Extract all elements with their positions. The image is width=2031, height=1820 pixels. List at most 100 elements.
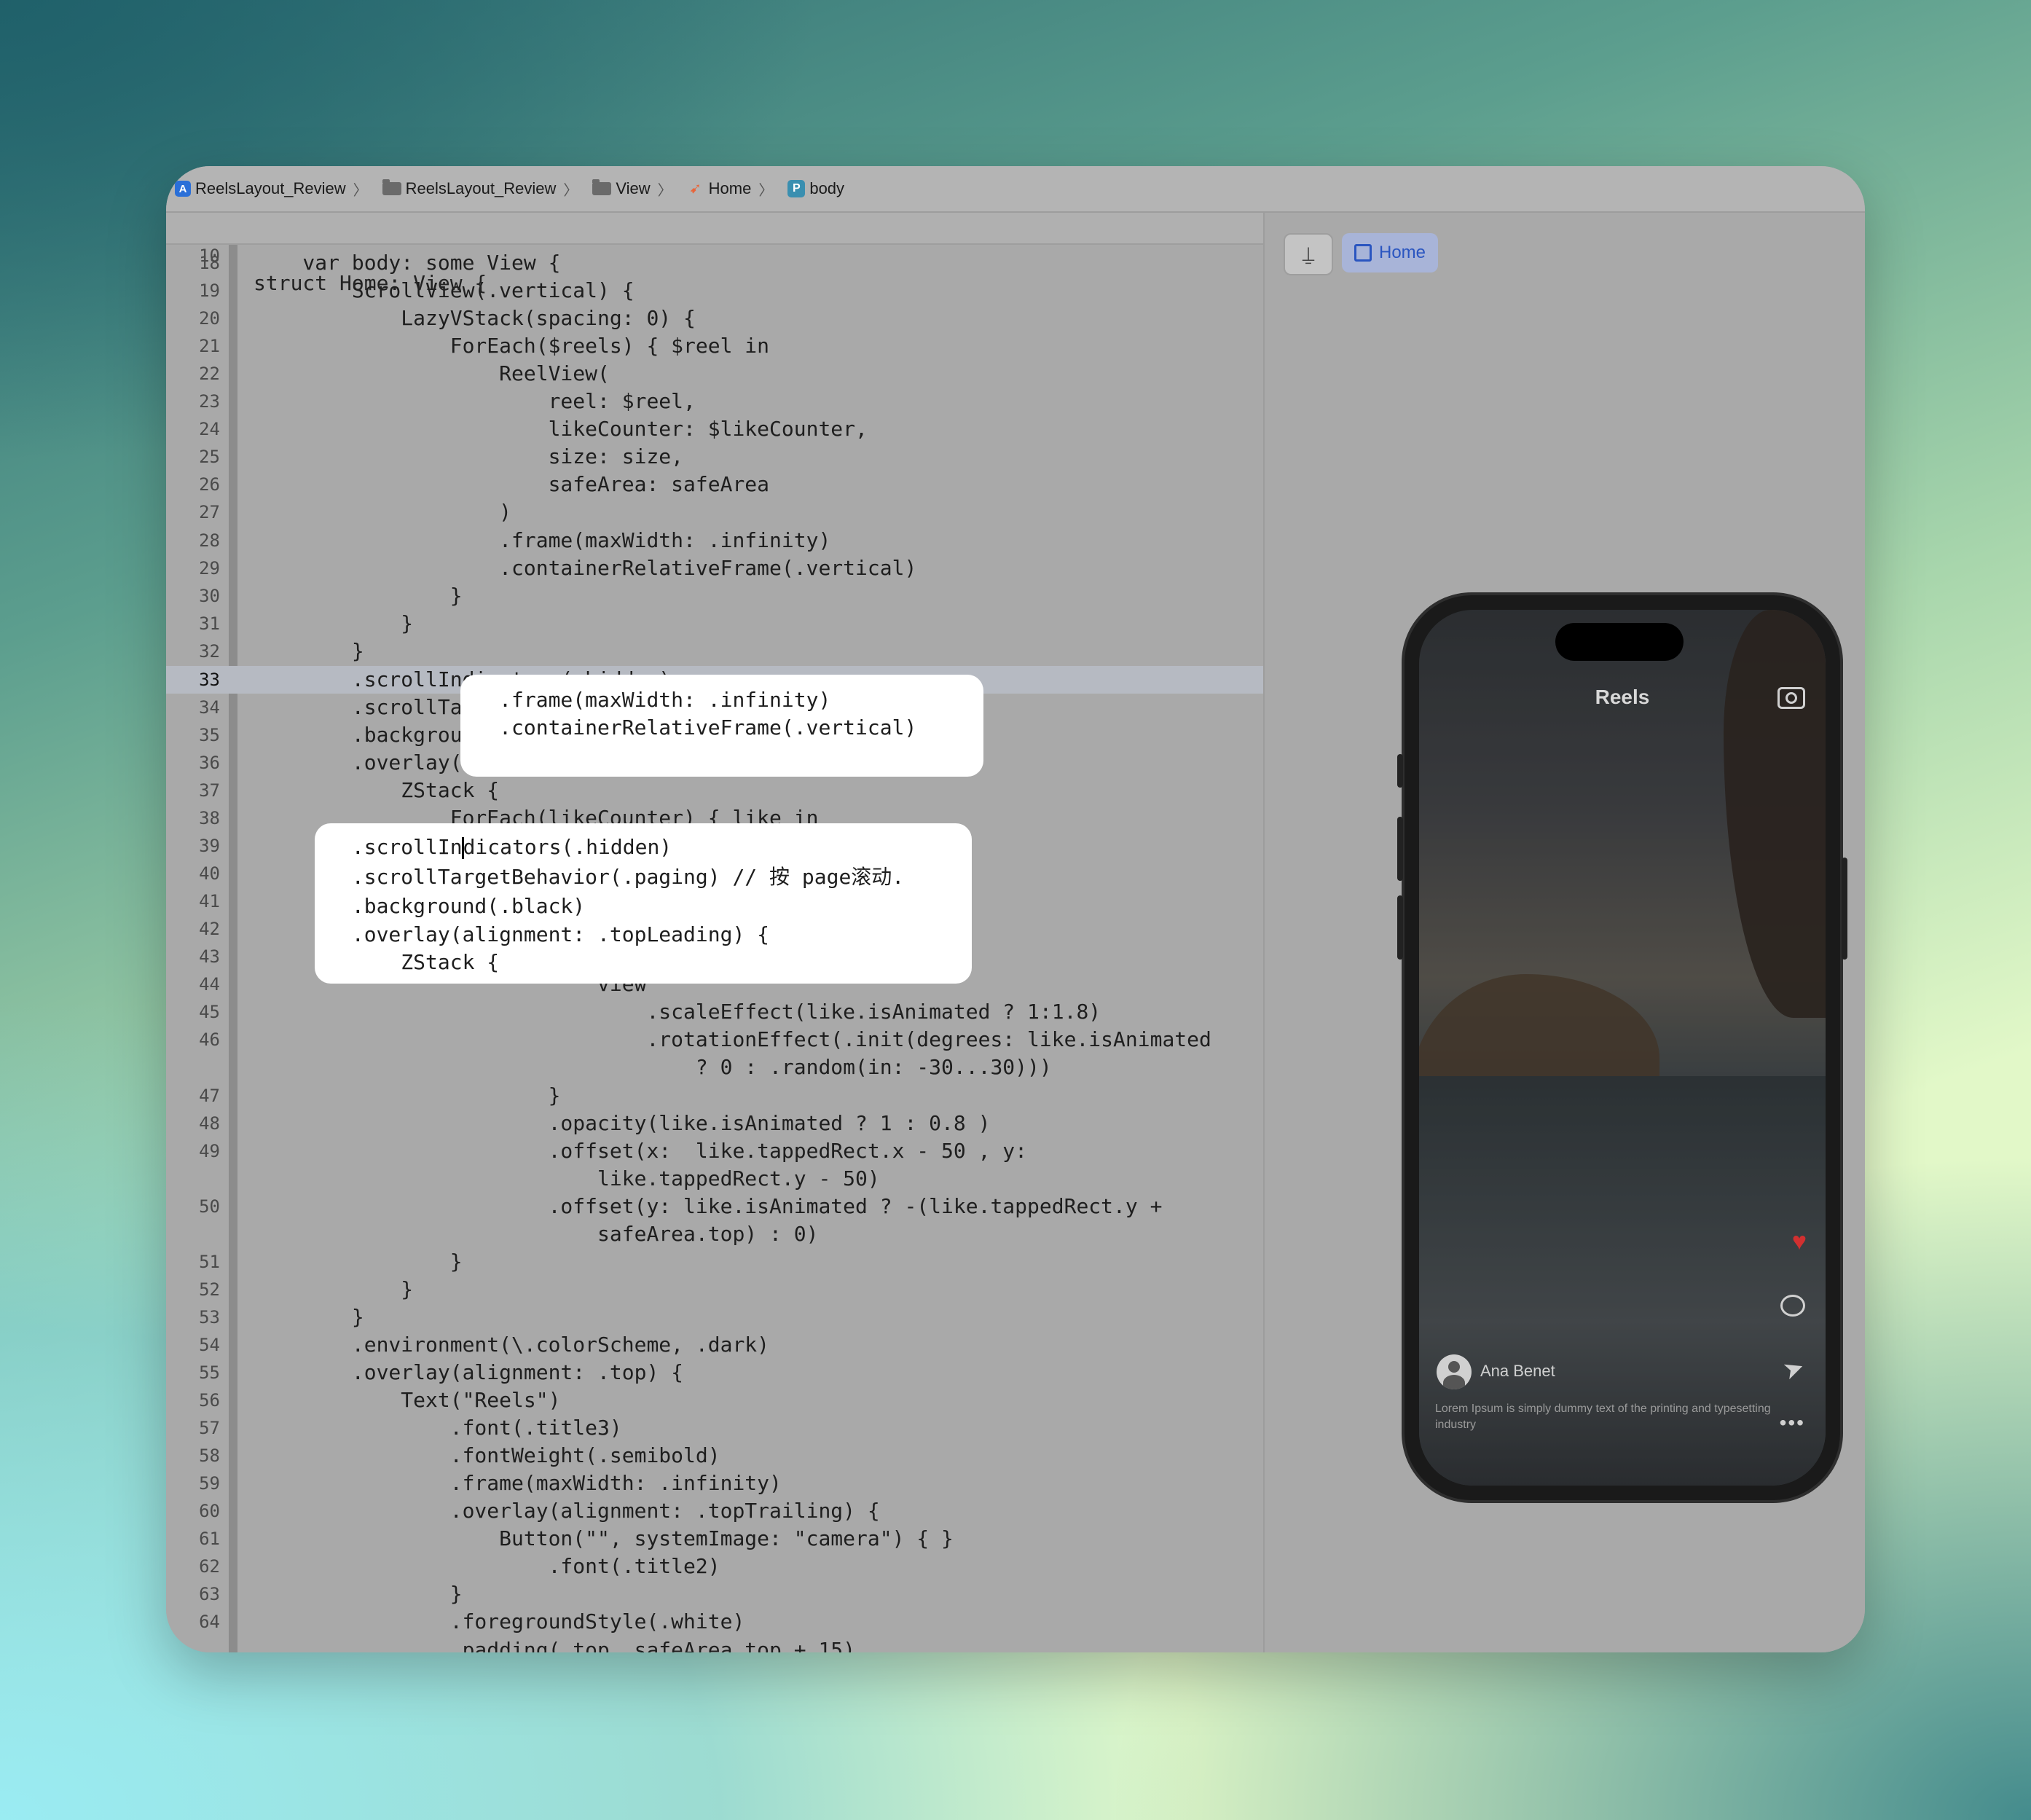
code-line[interactable]: 27 )	[166, 498, 1263, 526]
code-line[interactable]: 51 }	[166, 1248, 1263, 1276]
code-line[interactable]: 48 .opacity(like.isAnimated ? 1 : 0.8 )	[166, 1110, 1263, 1137]
code-line[interactable]: 50 .offset(y: like.isAnimated ? -(like.t…	[166, 1193, 1263, 1220]
code-line[interactable]: 57 .font(.title3)	[166, 1414, 1263, 1442]
line-number: 52	[199, 1279, 220, 1300]
code-line[interactable]: like.tappedRect.y - 50)	[166, 1165, 1263, 1193]
code-line[interactable]: ? 0 : .random(in: -30...30)))	[166, 1054, 1263, 1081]
preview-home-button[interactable]: Home	[1342, 233, 1438, 272]
code-line[interactable]: .padding(.top, safeArea.top + 15)	[166, 1636, 1263, 1653]
code-line[interactable]: 58 .fontWeight(.semibold)	[166, 1442, 1263, 1470]
code-line[interactable]: 28 .frame(maxWidth: .infinity)	[166, 527, 1263, 554]
highlight-code-line-cursor[interactable]: .scrollIndicators(.hidden)	[254, 833, 672, 861]
code-line[interactable]: 64 .foregroundStyle(.white)	[166, 1608, 1263, 1636]
code-line[interactable]: 62 .font(.title2)	[166, 1553, 1263, 1580]
code-line[interactable]: 53 }	[166, 1303, 1263, 1331]
line-number: 31	[199, 613, 220, 634]
code-editor[interactable]: 10 struct Home: View { 18 var body: some…	[166, 213, 1263, 1652]
code-line[interactable]: 22 ReelView(	[166, 360, 1263, 388]
line-number: 21	[199, 336, 220, 357]
code-line[interactable]: safeArea.top) : 0)	[166, 1220, 1263, 1248]
breadcrumb-label: ReelsLayout_Review	[195, 179, 346, 197]
code-line[interactable]: 25 size: size,	[166, 443, 1263, 471]
code-line[interactable]: 46 .rotationEffect(.init(degrees: like.i…	[166, 1026, 1263, 1054]
heart-icon[interactable]: ♥	[1792, 1228, 1807, 1256]
line-number: 28	[199, 530, 220, 551]
line-number: 46	[199, 1029, 220, 1051]
code-text: }	[254, 611, 414, 635]
pin-button[interactable]: ⍊	[1284, 233, 1333, 275]
breadcrumb-folder-view[interactable]: View	[592, 179, 651, 198]
highlight-code-line: .frame(maxWidth: .infinity)	[254, 688, 831, 712]
code-line[interactable]: 23 reel: $reel,	[166, 388, 1263, 415]
phone-volume-down	[1397, 895, 1403, 960]
code-line[interactable]: 59 .frame(maxWidth: .infinity)	[166, 1470, 1263, 1497]
line-number: 38	[199, 808, 220, 828]
line-number: 57	[199, 1418, 220, 1439]
code-text: }	[254, 1276, 414, 1301]
code-line[interactable]: 55 .overlay(alignment: .top) {	[166, 1359, 1263, 1386]
line-number: 35	[199, 724, 220, 745]
line-number: 58	[199, 1446, 220, 1467]
breadcrumb-file-home[interactable]: ➹ Home	[687, 179, 751, 198]
code-text: .environment(\.colorScheme, .dark)	[254, 1332, 770, 1357]
breadcrumb-group[interactable]: ReelsLayout_Review	[382, 179, 557, 198]
user-name[interactable]: Ana Benet	[1480, 1362, 1555, 1381]
line-number: 54	[199, 1334, 220, 1355]
code-text: reel: $reel,	[254, 389, 696, 414]
line-number: 51	[199, 1251, 220, 1272]
code-line[interactable]: 49 .offset(x: like.tappedRect.x - 50 , y…	[166, 1137, 1263, 1165]
breadcrumb-project[interactable]: A ReelsLayout_Review	[175, 179, 346, 198]
preview-home-label: Home	[1378, 243, 1426, 262]
phone-screen[interactable]: Reels ♥ ➤ Ana Benet Lorem Ipsum is simpl…	[1419, 610, 1826, 1486]
code-line[interactable]: 26 safeArea: safeArea	[166, 471, 1263, 498]
code-line[interactable]: 32 }	[166, 638, 1263, 665]
comment-icon[interactable]	[1780, 1295, 1805, 1317]
line-number: 56	[199, 1390, 220, 1411]
highlight-code-line: .background(.black)	[254, 894, 586, 918]
code-fragment: dicators(.hidden)	[463, 835, 672, 859]
code-text: ForEach($reels) { $reel in	[254, 334, 770, 358]
line-number: 27	[199, 502, 220, 523]
code-line[interactable]: 45 .scaleEffect(like.isAnimated ? 1:1.8)	[166, 998, 1263, 1026]
code-line[interactable]: 37 ZStack {	[166, 777, 1263, 804]
code-line[interactable]: 56 Text("Reels")	[166, 1386, 1263, 1414]
code-line[interactable]: 63 }	[166, 1580, 1263, 1608]
code-line[interactable]: 31 }	[166, 610, 1263, 638]
breadcrumb-symbol-body[interactable]: P body	[787, 179, 844, 198]
highlight-code-line: ZStack {	[254, 950, 500, 974]
sticky-header-line: 10 struct Home: View {	[166, 213, 1263, 295]
code-text: .foregroundStyle(.white)	[254, 1609, 745, 1634]
code-line[interactable]: 54 .environment(\.colorScheme, .dark)	[166, 1331, 1263, 1359]
code-line[interactable]: 20 LazyVStack(spacing: 0) {	[166, 305, 1263, 332]
line-number: 44	[199, 974, 220, 995]
line-number: 42	[199, 919, 220, 940]
code-line[interactable]: 47 }	[166, 1082, 1263, 1110]
code-line[interactable]: 61 Button("", systemImage: "camera") { }	[166, 1525, 1263, 1553]
line-number: 29	[199, 557, 220, 578]
preview-dim-overlay	[1419, 610, 1826, 1486]
code-text: .scaleEffect(like.isAnimated ? 1:1.8)	[254, 1000, 1101, 1024]
avatar[interactable]	[1437, 1354, 1472, 1389]
breadcrumb-label: ReelsLayout_Review	[405, 179, 557, 197]
code-line[interactable]: 24 likeCounter: $likeCounter,	[166, 415, 1263, 443]
code-line[interactable]: 21 ForEach($reels) { $reel in	[166, 332, 1263, 360]
line-number: 25	[199, 447, 220, 468]
code-line[interactable]: 29 .containerRelativeFrame(.vertical)	[166, 554, 1263, 582]
code-text: .containerRelativeFrame(.vertical)	[254, 555, 917, 580]
camera-icon[interactable]	[1777, 687, 1805, 709]
line-number: 24	[199, 419, 220, 440]
code-line[interactable]: 30 }	[166, 582, 1263, 610]
reels-title: Reels	[1595, 686, 1650, 708]
breadcrumb-label: body	[809, 179, 845, 197]
more-icon[interactable]: •••	[1780, 1411, 1805, 1435]
code-text: .padding(.top, safeArea.top + 15)	[254, 1637, 856, 1653]
code-line[interactable]: 60 .overlay(alignment: .topTrailing) {	[166, 1497, 1263, 1525]
iphone-preview: Reels ♥ ➤ Ana Benet Lorem Ipsum is simpl…	[1397, 595, 1847, 1500]
code-line[interactable]: 52 }	[166, 1276, 1263, 1303]
chevron-right-icon: 〉	[353, 182, 368, 199]
swift-icon: ➹	[689, 181, 702, 197]
line-number: 55	[199, 1362, 220, 1383]
line-number: 39	[199, 836, 220, 857]
line-number: 37	[199, 780, 220, 801]
code-text: ? 0 : .random(in: -30...30)))	[254, 1055, 1052, 1080]
